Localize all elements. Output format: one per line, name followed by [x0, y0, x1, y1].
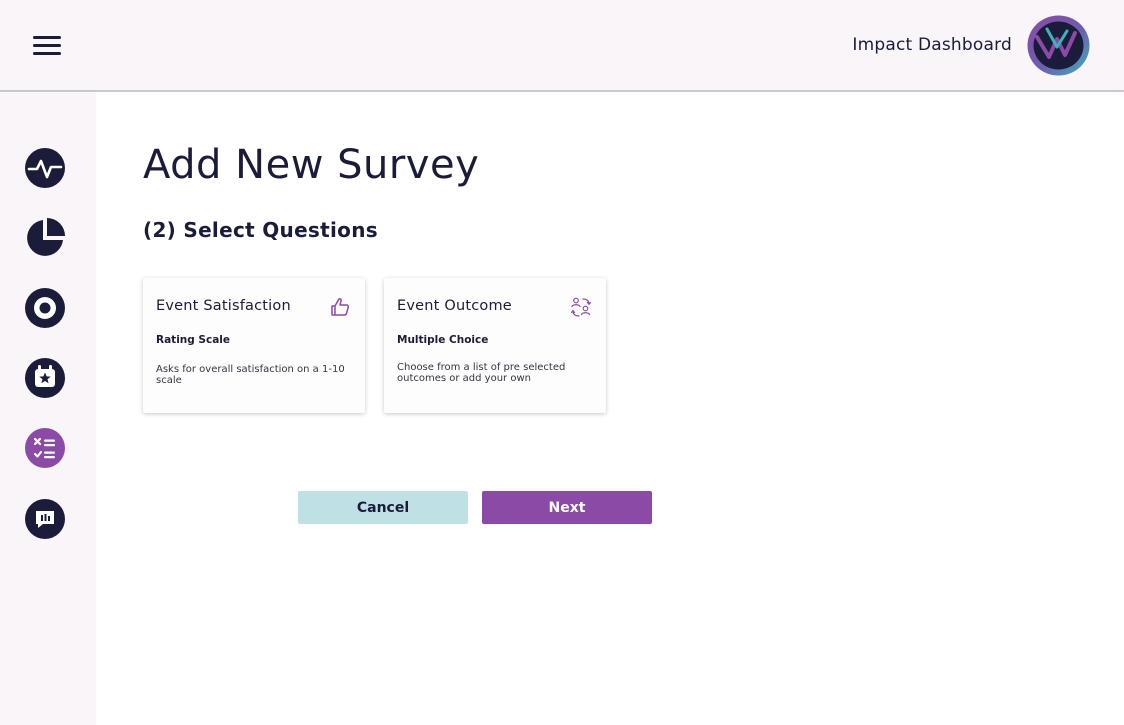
hamburger-menu-icon[interactable] — [33, 34, 61, 56]
sidebar-item-goals[interactable] — [24, 287, 66, 329]
thumbs-up-icon — [329, 296, 351, 318]
question-card-event-satisfaction[interactable]: Event Satisfaction Rating Scale Asks for… — [143, 278, 365, 413]
sidebar-item-activity[interactable] — [24, 147, 66, 189]
impact-logo-icon[interactable] — [1027, 15, 1090, 76]
sidebar-item-messages[interactable] — [24, 498, 66, 540]
sidebar-item-surveys[interactable] — [24, 427, 66, 469]
card-question-type: Rating Scale — [156, 334, 231, 346]
checklist-icon — [25, 428, 65, 468]
sidebar — [0, 93, 96, 725]
page-title: Add New Survey — [143, 142, 480, 188]
card-question-type: Multiple Choice — [397, 334, 489, 346]
pie-chart-icon — [27, 218, 65, 256]
chat-bubble-icon — [25, 499, 65, 539]
sidebar-item-events[interactable] — [24, 357, 66, 399]
card-title: Event Outcome — [397, 298, 512, 314]
target-icon — [25, 288, 65, 328]
card-description: Asks for overall satisfaction on a 1-10 … — [156, 364, 345, 386]
cancel-button[interactable]: Cancel — [298, 491, 468, 524]
sidebar-item-analytics[interactable] — [24, 217, 66, 259]
app-title: Impact Dashboard — [852, 35, 1012, 55]
activity-pulse-icon — [25, 148, 65, 188]
people-exchange-icon — [570, 296, 592, 318]
question-card-event-outcome[interactable]: Event Outcome Multiple Choice Choose fro… — [384, 278, 606, 413]
top-bar: Impact Dashboard — [0, 0, 1124, 92]
next-button[interactable]: Next — [482, 491, 652, 524]
card-description: Choose from a list of pre selected outco… — [397, 362, 566, 384]
card-title: Event Satisfaction — [156, 298, 291, 314]
calendar-star-icon — [25, 358, 65, 398]
step-title: (2) Select Questions — [143, 218, 378, 242]
